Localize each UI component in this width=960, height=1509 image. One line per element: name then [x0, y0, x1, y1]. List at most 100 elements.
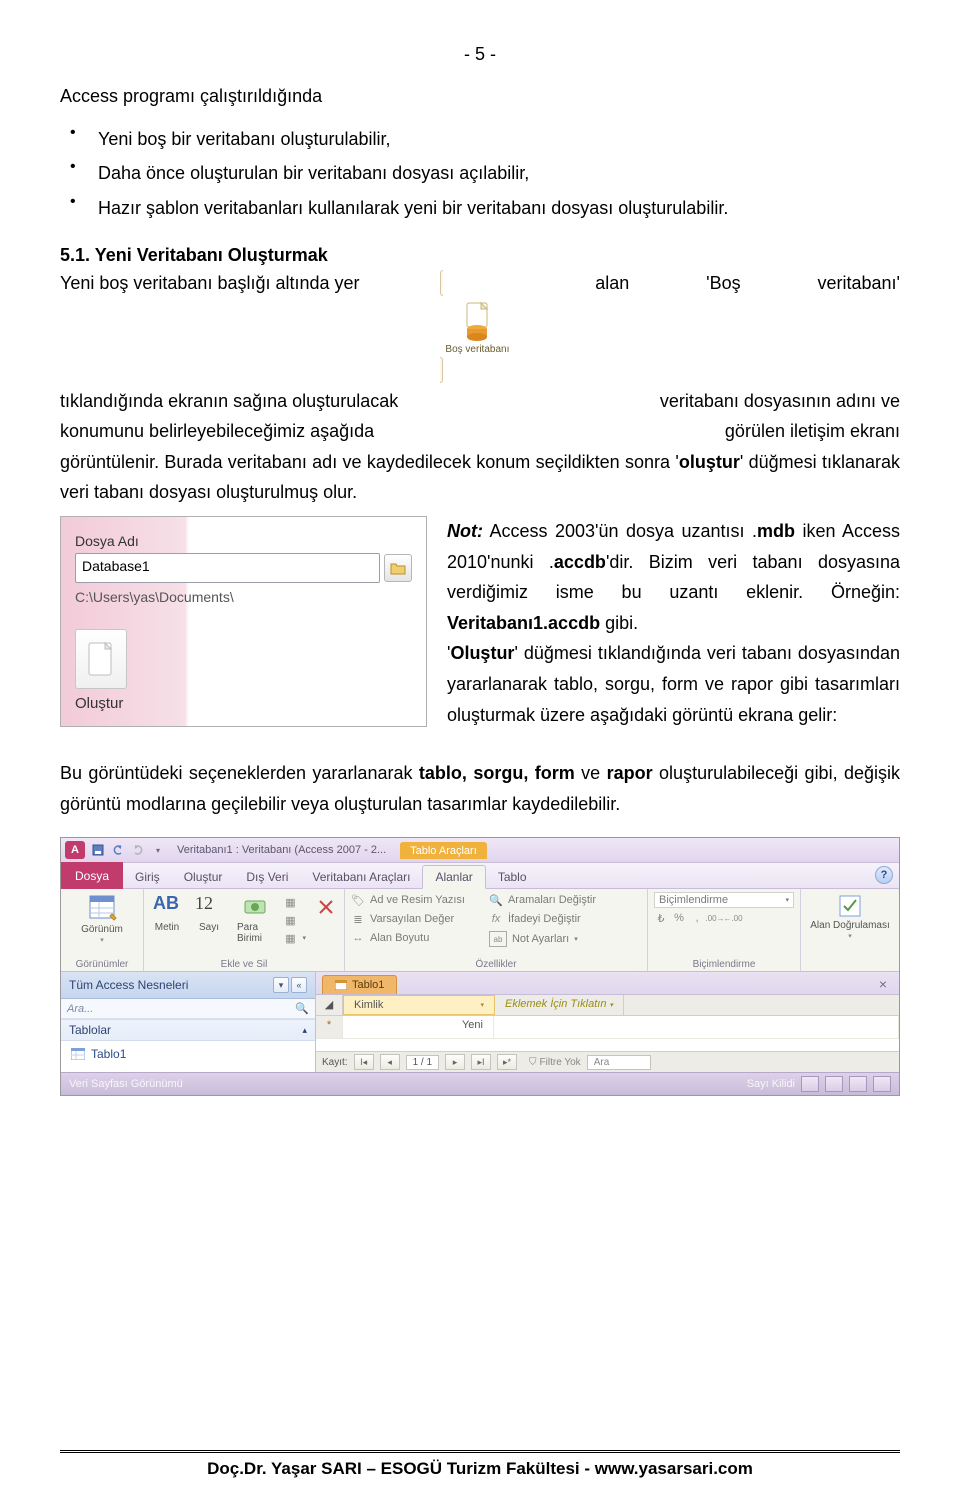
format-combo[interactable]: Biçimlendirme▾ — [654, 892, 794, 908]
bullet-text: Yeni boş bir veritabanı oluşturulabilir, — [98, 124, 391, 155]
text-fragment: görülen iletişim ekranı — [725, 416, 900, 447]
modify-expression-button[interactable]: fxİfadeyi Değiştir — [489, 911, 596, 927]
recnav-search-input[interactable]: Ara — [587, 1055, 651, 1070]
text-fragment: ' düğmesi tıklandığında veri tabanı dosy… — [447, 643, 900, 724]
page-footer: Doç.Dr. Yaşar SARI – ESOGÜ Turizm Fakült… — [60, 1450, 900, 1479]
row-selector-new[interactable]: * — [316, 1016, 343, 1038]
default-value-button[interactable]: ≣Varsayılan Değer — [351, 911, 465, 927]
record-navigator: Kayıt: I◂ ◂ 1 / 1 ▸ ▸I ▸* ⛉Filtre Yok Ar… — [316, 1051, 899, 1072]
search-icon[interactable]: 🔍 — [295, 1002, 309, 1015]
tab-home[interactable]: Giriş — [123, 866, 172, 888]
increase-decimal-icon[interactable]: .00→ — [708, 910, 722, 926]
field-validation-button[interactable]: Alan Doğrulaması ▾ — [807, 892, 892, 941]
more-fields-icon[interactable]: ▦▾ — [283, 930, 306, 946]
file-tab[interactable]: Dosya — [61, 862, 123, 889]
text-type-icon: AB — [153, 893, 181, 921]
title-bar: A ▾ Veritabanı1 : Veritabanı (Access 200… — [61, 838, 899, 863]
filter-icon[interactable]: ⛉ — [529, 1057, 537, 1068]
name-caption-button[interactable]: 🏷Ad ve Resim Yazısı — [351, 892, 465, 908]
file-path-text: C:\Users\yas\Documents\ — [75, 589, 412, 605]
tab-database-tools[interactable]: Veritabanı Araçları — [300, 866, 422, 888]
access-logo-icon[interactable]: A — [65, 841, 85, 859]
recnav-label: Kayıt: — [322, 1057, 348, 1068]
view-sql-icon[interactable] — [849, 1076, 867, 1092]
document-tab-tablo1[interactable]: Tablo1 — [322, 975, 397, 994]
tab-external-data[interactable]: Dış Veri — [234, 866, 300, 888]
folder-open-icon — [390, 561, 406, 575]
recnav-position[interactable]: 1 / 1 — [406, 1055, 439, 1070]
ribbon-body: Görünüm ▾ Görünümler AB Metin 12 Sayı — [61, 889, 899, 972]
qat-dropdown-icon[interactable]: ▾ — [149, 842, 167, 858]
view-button[interactable]: Görünüm ▾ — [78, 892, 126, 945]
help-icon[interactable]: ? — [875, 866, 893, 884]
cell-empty[interactable] — [494, 1016, 899, 1038]
nav-collapse-icon[interactable]: « — [291, 977, 307, 993]
blank-database-icon[interactable]: Boş veritabanı — [440, 268, 514, 385]
nav-group-tables[interactable]: Tablolar — [69, 1023, 111, 1037]
group-validation-label — [807, 968, 893, 970]
more-fields-icon[interactable]: ▦ — [283, 894, 306, 910]
memo-icon: ab — [489, 931, 507, 947]
ribbon-tabstrip: Dosya Giriş Oluştur Dış Veri Veritabanı … — [61, 863, 899, 889]
memo-settings-button[interactable]: abNot Ayarları▾ — [489, 930, 596, 948]
nav-group-collapse-icon[interactable]: ▴ — [302, 1025, 307, 1036]
nav-search-input[interactable]: Ara... — [67, 1003, 289, 1015]
comma-format-icon[interactable]: , — [690, 910, 704, 926]
status-numlock-label: Sayı Kilidi — [747, 1078, 795, 1090]
lookup-icon: 🔍 — [489, 893, 503, 907]
recnav-last-icon[interactable]: ▸I — [471, 1054, 491, 1070]
recnav-first-icon[interactable]: I◂ — [354, 1054, 374, 1070]
currency-field-button[interactable]: Para Birimi — [234, 892, 275, 945]
currency-field-label: Para Birimi — [237, 922, 272, 944]
column-header-add[interactable]: Eklemek İçin Tıklatın ▾ — [495, 995, 624, 1015]
text-field-button[interactable]: AB Metin — [150, 892, 184, 934]
contextual-tab-label: Tablo Araçları — [400, 842, 487, 859]
tab-table[interactable]: Tablo — [486, 866, 539, 888]
recnav-new-icon[interactable]: ▸* — [497, 1054, 517, 1070]
recnav-next-icon[interactable]: ▸ — [445, 1054, 465, 1070]
validation-icon — [837, 893, 863, 919]
modify-lookups-button[interactable]: 🔍Aramaları Değiştir — [489, 892, 596, 908]
text-fragment: alan — [595, 268, 629, 385]
bullet-list: • Yeni boş bir veritabanı oluşturulabili… — [70, 124, 900, 224]
column-header-kimlik[interactable]: Kimlik▾ — [343, 995, 495, 1015]
field-validation-label: Alan Doğrulaması — [810, 920, 889, 931]
cell-id-new[interactable]: Yeni — [343, 1016, 494, 1038]
tab-create[interactable]: Oluştur — [172, 866, 235, 888]
more-fields-icon[interactable]: ▦ — [283, 912, 306, 928]
undo-icon[interactable] — [109, 842, 127, 858]
file-name-input[interactable]: Database1 — [75, 553, 380, 583]
redo-icon[interactable] — [129, 842, 147, 858]
currency-format-icon[interactable]: ₺ — [654, 910, 668, 926]
view-design-icon[interactable] — [825, 1076, 843, 1092]
tab-fields[interactable]: Alanlar — [422, 865, 485, 889]
view-datasheet-icon[interactable] — [801, 1076, 819, 1092]
ruler-icon: ↔ — [351, 931, 365, 945]
window-title: Veritabanı1 : Veritabanı (Access 2007 - … — [177, 844, 386, 856]
delete-field-button[interactable] — [314, 892, 338, 917]
decrease-decimal-icon[interactable]: ←.00 — [726, 910, 740, 926]
text-fragment-bold: oluştur — [679, 452, 740, 472]
recnav-prev-icon[interactable]: ◂ — [380, 1054, 400, 1070]
create-button-label[interactable]: Oluştur — [75, 695, 412, 712]
number-field-button[interactable]: 12 Sayı — [192, 892, 226, 934]
view-form-icon[interactable] — [873, 1076, 891, 1092]
text-fragment: Bu görüntüdeki seçeneklerden yararlanara… — [60, 763, 419, 783]
recnav-filter-label: Filtre Yok — [540, 1057, 581, 1068]
nav-pane-title[interactable]: Tüm Access Nesneleri — [69, 978, 188, 992]
field-size-button[interactable]: ↔Alan Boyutu — [351, 930, 465, 946]
new-document-icon[interactable] — [75, 629, 127, 689]
nav-dropdown-icon[interactable]: ▾ — [273, 977, 289, 993]
paragraph-with-inline-icon: Yeni boş veritabanı başlığı altında yer … — [60, 268, 900, 508]
value-icon: ≣ — [351, 912, 365, 926]
note-lead: Not: — [447, 521, 483, 541]
browse-button[interactable] — [384, 554, 412, 582]
currency-type-icon — [241, 893, 269, 921]
text-fragment-bold: accdb — [554, 552, 606, 572]
percent-format-icon[interactable]: % — [672, 910, 686, 926]
close-document-icon[interactable]: × — [879, 976, 893, 994]
save-icon[interactable] — [89, 842, 107, 858]
group-addremove-label: Ekle ve Sil — [150, 957, 338, 970]
select-all-cell[interactable]: ◢ — [316, 995, 343, 1015]
nav-item-tablo1[interactable]: Tablo1 — [61, 1041, 315, 1071]
